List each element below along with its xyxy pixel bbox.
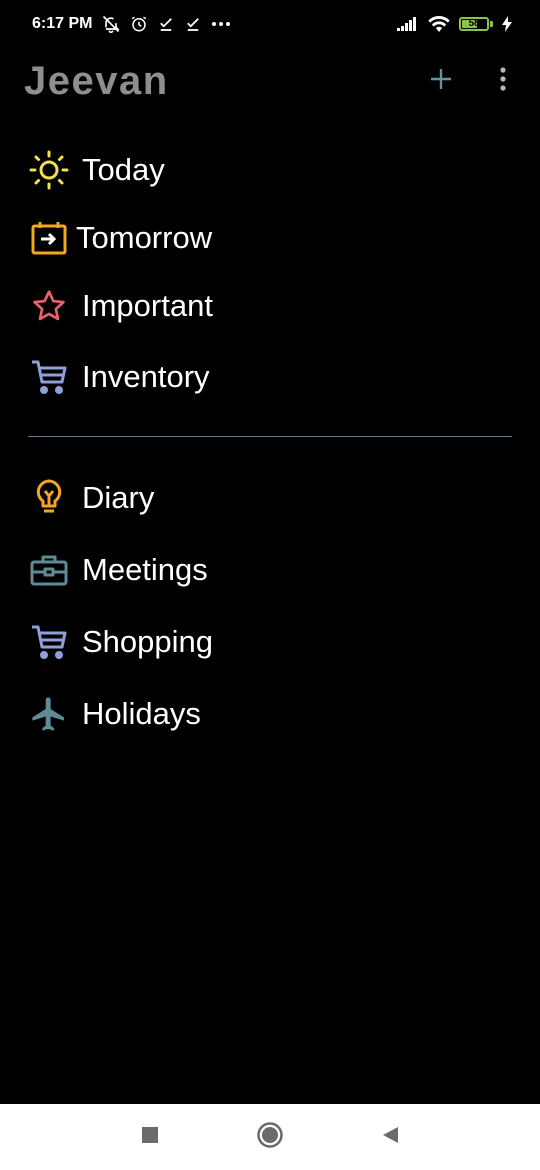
system-nav-bar <box>0 1104 540 1170</box>
list-item-important[interactable]: Important <box>0 272 540 340</box>
recents-icon <box>141 1126 159 1149</box>
list-label: Diary <box>82 480 155 515</box>
back-button[interactable] <box>370 1117 410 1157</box>
battery-icon: 58 <box>459 17 493 31</box>
signal-icon <box>397 17 419 31</box>
calendar-arrow-icon <box>28 217 70 259</box>
recents-button[interactable] <box>130 1117 170 1157</box>
list-item-shopping[interactable]: Shopping <box>0 606 540 678</box>
cart-icon <box>28 356 70 398</box>
list-label: Shopping <box>82 624 214 659</box>
home-button[interactable] <box>250 1117 290 1157</box>
list-item-diary[interactable]: Diary <box>0 462 540 534</box>
list-label: Holidays <box>82 696 201 731</box>
lightbulb-icon <box>28 477 70 519</box>
more-horiz-icon <box>211 20 231 28</box>
list-item-meetings[interactable]: Meetings <box>0 534 540 606</box>
app-title: Jeevan <box>24 58 169 103</box>
battery-body: 58 <box>459 17 489 31</box>
status-bar: 6:17 PM 58 <box>0 0 540 48</box>
list-label: Tomorrow <box>76 220 213 255</box>
wifi-icon <box>428 16 450 32</box>
list-item-holidays[interactable]: Holidays <box>0 678 540 750</box>
list-item-tomorrow[interactable]: Tomorrow <box>0 204 540 272</box>
add-list-button[interactable] <box>424 64 458 98</box>
download-done-icon <box>157 15 175 33</box>
smart-lists: Today Tomorrow Important Inventory <box>0 136 540 414</box>
back-icon <box>381 1126 399 1149</box>
star-icon <box>28 285 70 327</box>
battery-level: 58 <box>468 18 480 29</box>
cart-icon <box>28 621 70 663</box>
notifications-off-icon <box>101 14 121 34</box>
user-lists: Diary Meetings Shopping Holidays <box>0 462 540 750</box>
battery-nub <box>490 21 493 27</box>
list-item-inventory[interactable]: Inventory <box>0 340 540 414</box>
list-label: Meetings <box>82 552 208 587</box>
download-done-icon <box>184 15 202 33</box>
header-actions <box>424 64 520 98</box>
status-left: 6:17 PM <box>32 14 231 34</box>
airplane-icon <box>28 693 70 735</box>
app-header: Jeevan <box>0 48 540 114</box>
list-label: Inventory <box>82 359 210 394</box>
charging-icon <box>502 16 512 32</box>
list-item-today[interactable]: Today <box>0 136 540 204</box>
list-label: Important <box>82 288 213 323</box>
briefcase-icon <box>28 549 70 591</box>
status-right: 58 <box>397 16 512 32</box>
more-vert-icon <box>499 66 507 96</box>
add-icon <box>430 68 452 95</box>
list-label: Today <box>82 152 165 187</box>
alarm-icon <box>130 15 148 33</box>
status-time: 6:17 PM <box>32 15 93 32</box>
home-icon <box>256 1121 284 1154</box>
overflow-menu-button[interactable] <box>486 64 520 98</box>
list-divider <box>28 436 512 437</box>
sun-icon <box>28 149 70 191</box>
